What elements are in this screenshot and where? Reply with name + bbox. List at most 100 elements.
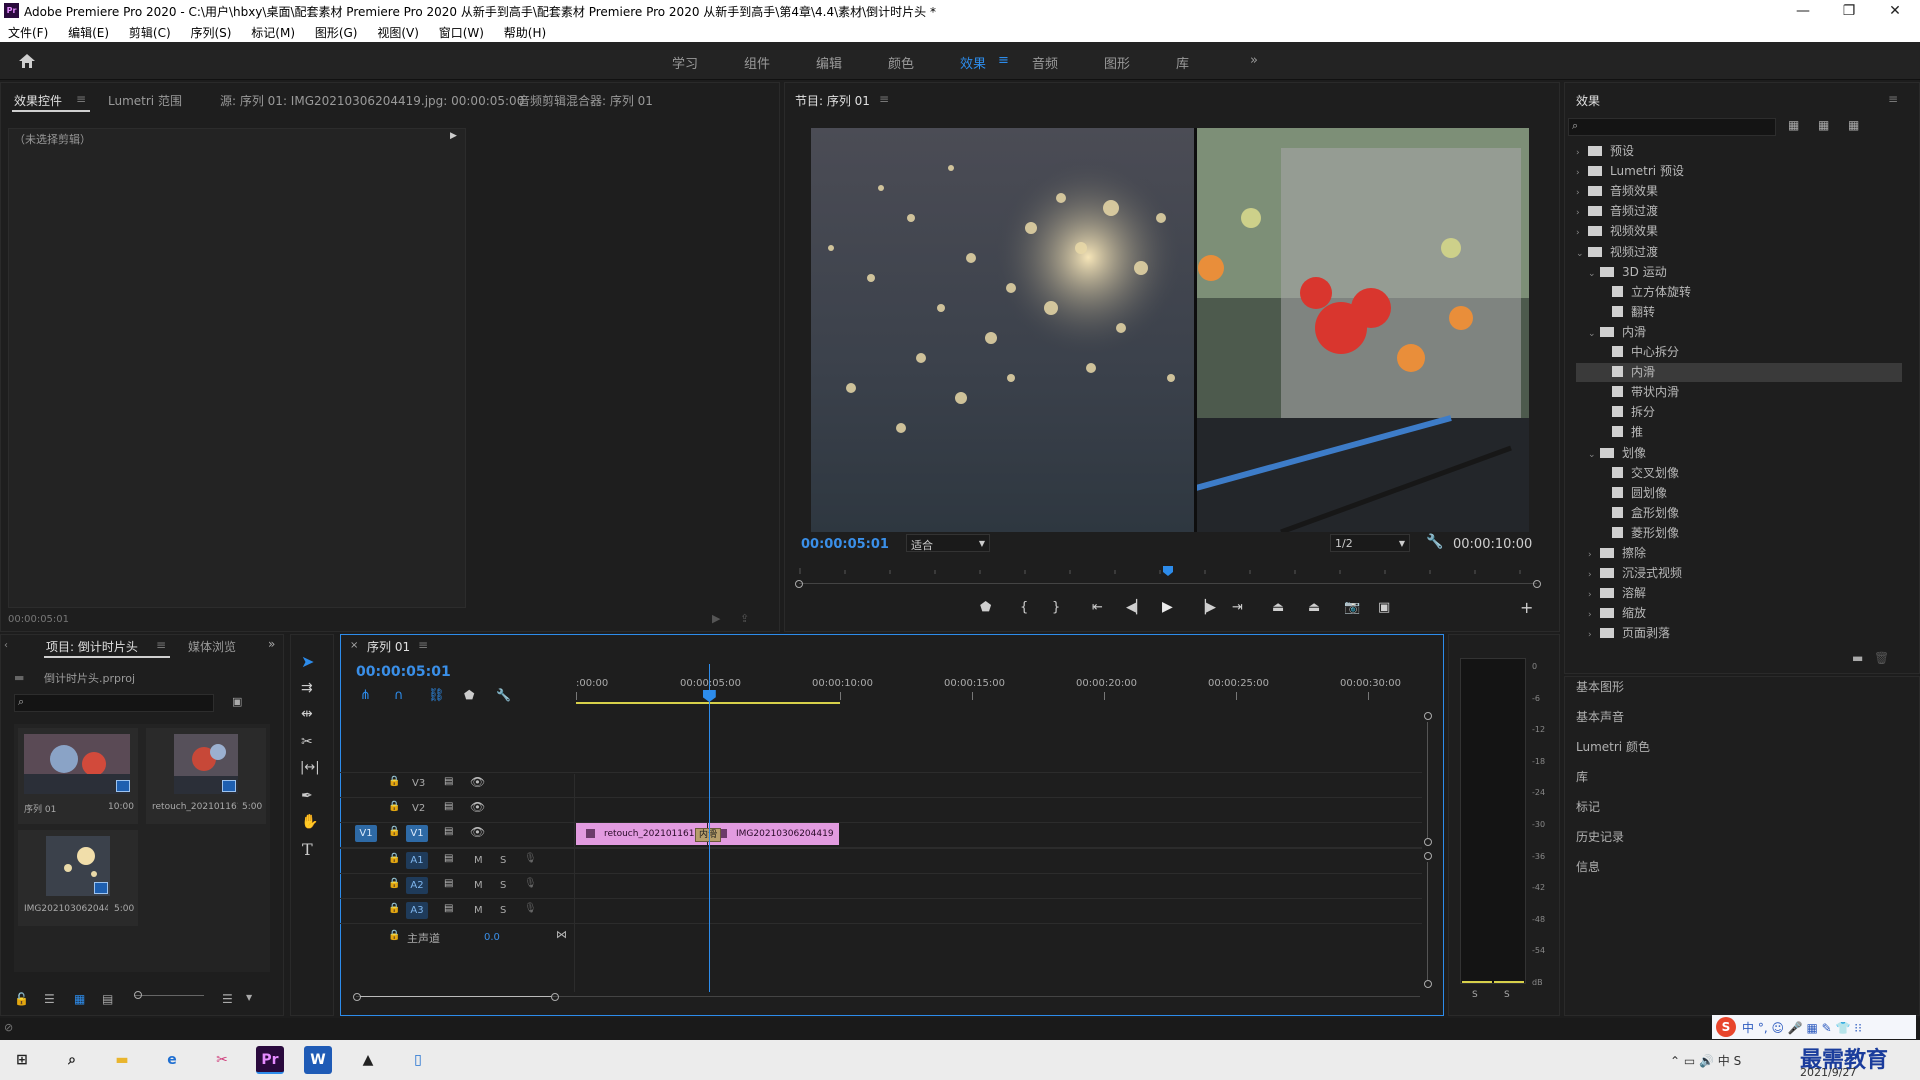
effects-folder[interactable]: › 缩放	[1576, 604, 1902, 623]
effect-item[interactable]: 盒形划像	[1576, 504, 1902, 523]
track-sync-icon[interactable]: ▤	[444, 801, 453, 812]
effect-item[interactable]: 翻转	[1576, 303, 1902, 322]
mark-out-icon[interactable]: }	[1052, 600, 1060, 615]
compare-view-icon[interactable]: ▣	[1378, 600, 1390, 615]
panel-lumetri-color[interactable]: Lumetri 颜色	[1576, 738, 1650, 755]
menu-marker[interactable]: 标记(M)	[243, 22, 303, 41]
track-lock-icon[interactable]: 🔒	[388, 903, 400, 914]
filter-icon[interactable]: ▶	[712, 612, 720, 625]
new-search-bin-icon[interactable]: ▣	[232, 695, 242, 708]
zoom-handle-right[interactable]	[1533, 580, 1541, 588]
effects-folder[interactable]: ⌄ 视频过渡	[1576, 243, 1902, 262]
wrench-icon[interactable]: 🔧	[1426, 534, 1443, 550]
project-menu-icon[interactable]: ≡	[156, 638, 166, 652]
effects-folder[interactable]: › 擦除	[1576, 544, 1902, 563]
track-sync-icon[interactable]: ▤	[444, 853, 453, 864]
32bit-effects-icon[interactable]: ▦	[1818, 118, 1829, 132]
step-back-icon[interactable]: ◀▏	[1126, 600, 1146, 615]
tab-media-browser[interactable]: 媒体浏览	[188, 638, 236, 655]
effect-item[interactable]: 圆划像	[1576, 484, 1902, 503]
chevron-down-icon[interactable]: ▼	[246, 993, 252, 1002]
zoom-fit-select[interactable]: 适合 ▼	[906, 534, 990, 552]
program-timecode[interactable]: 00:00:05:01	[801, 537, 889, 552]
track-lock-icon[interactable]: 🔒	[388, 853, 400, 864]
chevron-right-icon[interactable]: ›	[1576, 208, 1588, 218]
freeform-view-icon[interactable]: ▤	[102, 992, 113, 1006]
menu-window[interactable]: 窗口(W)	[431, 22, 492, 41]
new-bin-icon[interactable]: ▬	[1852, 651, 1863, 665]
effects-folder[interactable]: › 音频效果	[1576, 182, 1902, 201]
tab-lumetri-scopes[interactable]: Lumetri 范围	[108, 92, 182, 109]
razor-tool-icon[interactable]: ✂	[301, 734, 313, 750]
project-item-retouch[interactable]: retouch_2021011614... 5:00	[146, 728, 266, 824]
eye-icon[interactable]: 👁	[470, 800, 485, 814]
eye-icon[interactable]: 👁	[470, 775, 485, 789]
workspace-libraries[interactable]: 库	[1176, 53, 1189, 72]
effect-item[interactable]: 立方体旋转	[1576, 283, 1902, 302]
menu-view[interactable]: 视图(V)	[369, 22, 427, 41]
chevron-right-icon[interactable]: ›	[1588, 570, 1600, 580]
go-to-out-icon[interactable]: ⇥	[1232, 600, 1243, 615]
mute-button[interactable]: M	[474, 905, 483, 916]
slip-tool-icon[interactable]: |↔|	[300, 760, 320, 775]
panel-history[interactable]: 历史记录	[1576, 828, 1624, 845]
source-patch-v1[interactable]: V1	[355, 825, 377, 842]
effect-item[interactable]: 内滑	[1576, 363, 1902, 383]
lock-icon[interactable]: 🔓	[14, 992, 29, 1006]
track-lock-icon[interactable]: 🔒	[388, 776, 400, 787]
mark-in-icon[interactable]: {	[1020, 600, 1028, 615]
effects-search-input[interactable]	[1568, 118, 1776, 136]
export-frame-icon[interactable]: 📷	[1344, 600, 1360, 615]
home-icon[interactable]	[18, 53, 36, 69]
chevron-right-icon[interactable]: ›	[1588, 590, 1600, 600]
tab-effect-controls[interactable]: 效果控件	[14, 92, 62, 109]
list-view-icon[interactable]: ☰	[44, 992, 55, 1006]
go-to-in-icon[interactable]: ⇤	[1092, 600, 1103, 615]
effects-folder[interactable]: ⌄ 内滑	[1576, 323, 1902, 342]
voiceover-mic-icon[interactable]: 🎙	[524, 878, 537, 889]
timeline-clip[interactable]: retouch_2021011613	[576, 823, 707, 845]
chevron-right-icon[interactable]: ›	[1576, 228, 1588, 238]
close-tab-icon[interactable]: ×	[350, 640, 358, 651]
button-editor-plus-icon[interactable]: +	[1520, 598, 1533, 617]
tab-sequence[interactable]: 序列 01	[367, 638, 410, 655]
voiceover-mic-icon[interactable]: 🎙	[524, 903, 537, 914]
ripple-edit-tool-icon[interactable]: ⇹	[301, 706, 313, 722]
track-lock-icon[interactable]: 🔒	[388, 801, 400, 812]
pen-tool-icon[interactable]: ✒	[301, 788, 313, 804]
panel-libraries[interactable]: 库	[1576, 768, 1588, 785]
voiceover-mic-icon[interactable]: 🎙	[524, 853, 537, 864]
effects-folder[interactable]: › Lumetri 预设	[1576, 162, 1902, 181]
panel-markers[interactable]: 标记	[1576, 798, 1600, 815]
chevron-right-icon[interactable]: ›	[1576, 168, 1588, 178]
effects-menu-icon[interactable]: ≡	[1888, 92, 1898, 106]
audio-scroll-handle-top[interactable]	[1424, 852, 1432, 860]
track-a2-target[interactable]: A2	[406, 877, 428, 894]
effects-folder[interactable]: ⌄ 划像	[1576, 444, 1902, 463]
track-a1-target[interactable]: A1	[406, 852, 428, 869]
track-sync-icon[interactable]: ▤	[444, 826, 453, 837]
video-scroll-handle-bottom[interactable]	[1424, 838, 1432, 846]
timeline-clip[interactable]: IMG20210306204419	[708, 823, 839, 845]
project-item-sequence[interactable]: 序列 01 10:00	[18, 728, 138, 824]
snipping-tool-icon[interactable]: ✂	[208, 1046, 236, 1074]
video-scrollbar[interactable]	[1427, 722, 1428, 838]
workspace-learn[interactable]: 学习	[672, 53, 698, 72]
snap-icon[interactable]: ∩	[394, 688, 404, 703]
selection-tool-icon[interactable]: ➤	[301, 652, 314, 671]
panel-info[interactable]: 信息	[1576, 858, 1600, 875]
effect-item[interactable]: 拆分	[1576, 403, 1902, 422]
effects-folder[interactable]: › 溶解	[1576, 584, 1902, 603]
chevron-down-icon[interactable]: ⌄	[1576, 249, 1588, 259]
tab-project[interactable]: 项目: 倒计时片头	[46, 638, 138, 655]
go-to-end-icon[interactable]: ⋈	[556, 928, 567, 941]
effects-folder[interactable]: › 沉浸式视频	[1576, 564, 1902, 583]
chevron-right-icon[interactable]: ›	[1588, 630, 1600, 640]
more-panels-icon[interactable]: »	[268, 637, 275, 651]
expand-arrow-icon[interactable]: ▶	[450, 131, 457, 141]
effects-folder[interactable]: ⌄ 3D 运动	[1576, 263, 1902, 282]
workspace-effects-menu-icon[interactable]: ≡	[998, 53, 1009, 68]
eye-icon[interactable]: 👁	[470, 825, 485, 839]
chevron-right-icon[interactable]: ›	[1588, 550, 1600, 560]
chevron-down-icon[interactable]: ⌄	[1588, 269, 1600, 279]
